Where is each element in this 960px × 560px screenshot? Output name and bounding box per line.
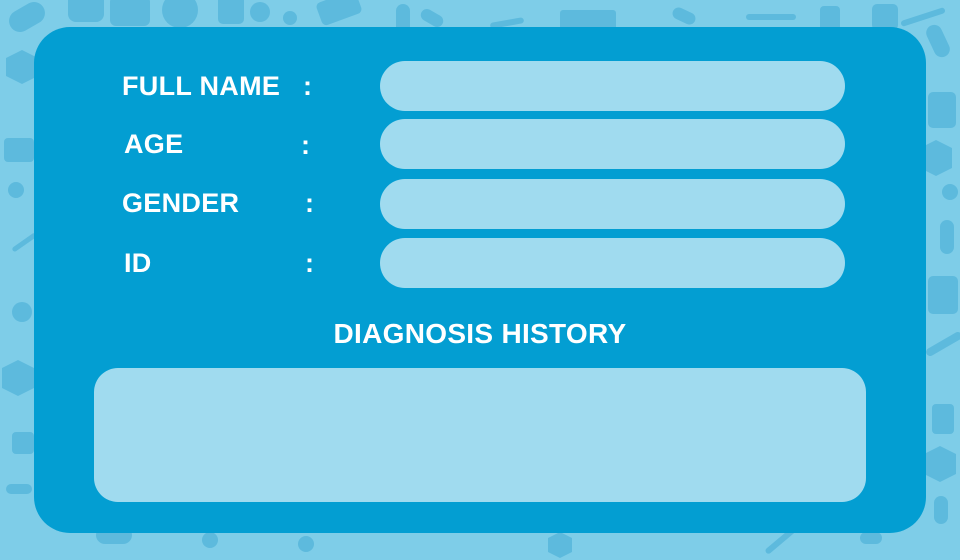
circle-icon-left — [8, 182, 24, 198]
full-name-label: FULL NAME — [122, 71, 281, 101]
heart-monitor-icon — [68, 0, 104, 22]
gender-label: GENDER — [122, 188, 240, 218]
medical-bag-icon — [4, 138, 34, 162]
heart-icon-left — [12, 302, 32, 322]
id-input[interactable] — [380, 238, 845, 288]
syringe-icon-2 — [746, 14, 796, 20]
diagnosis-history-textarea[interactable] — [94, 368, 866, 502]
full-name-input[interactable] — [380, 61, 845, 111]
age-colon: : — [301, 130, 310, 160]
capsule-icon-right-2 — [940, 220, 954, 254]
capsule-icon-bottom — [860, 532, 882, 544]
pill-bottle-icon — [218, 0, 244, 24]
first-aid-kit-icon — [110, 0, 150, 26]
diagnosis-history-title: DIAGNOSIS HISTORY — [333, 318, 627, 349]
id-colon: : — [305, 248, 314, 278]
age-input[interactable] — [380, 119, 845, 169]
full-name-colon: : — [303, 71, 312, 101]
stethoscope-icon-bottom — [298, 536, 314, 552]
pill-pack-icon-right — [928, 276, 958, 314]
shield-icon-left — [6, 484, 32, 494]
pill-icon-left — [12, 432, 34, 454]
leaf-icon-bottom — [202, 532, 218, 548]
id-label: ID — [124, 248, 152, 278]
gender-input[interactable] — [380, 179, 845, 229]
pill-bottle-icon-right — [932, 404, 954, 434]
gender-colon: : — [305, 188, 314, 218]
capsule-icon-right-3 — [934, 496, 948, 524]
medicine-bottle-icon — [928, 92, 956, 128]
age-label: AGE — [124, 129, 184, 159]
pill-icon-right — [942, 184, 958, 200]
